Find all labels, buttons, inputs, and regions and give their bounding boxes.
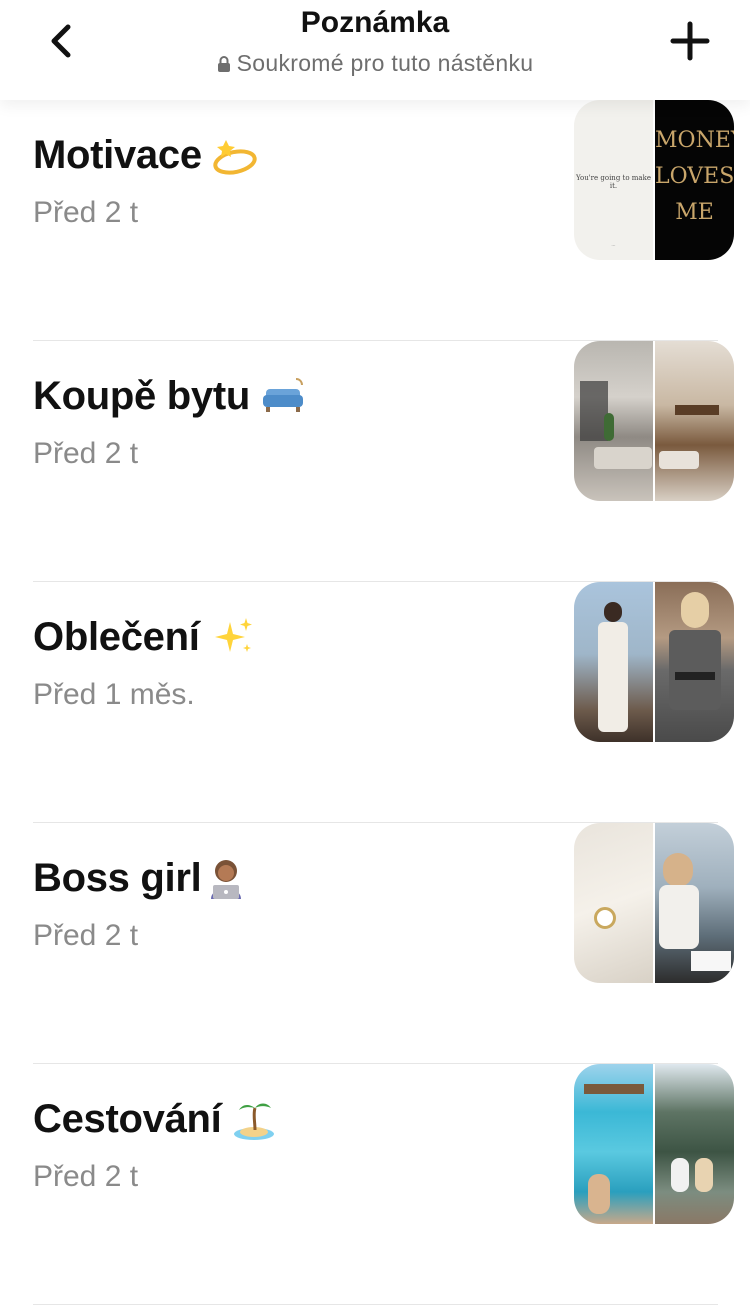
section-title: Motivace [33,132,258,178]
section-title: Koupě bytu [33,373,306,419]
section-time: Před 2 t [33,919,139,952]
plus-icon [670,21,710,61]
section-row[interactable]: Boss girl Před 2 t [0,823,750,1064]
section-title: Oblečení [33,614,256,660]
add-button[interactable] [664,16,716,66]
section-list: Motivace Před 2 t You're going to make i… [0,100,750,1305]
section-time: Před 2 t [33,196,139,229]
section-title: Cestování [33,1096,277,1142]
section-cover[interactable]: You're going to make it. ... MONEY LOVES… [574,100,734,260]
subtitle-text: Soukromé pro tuto nástěnku [236,50,534,76]
cover-image-interior [574,341,653,501]
section-time: Před 1 měs. [33,678,195,711]
money-line-1: MONEY [655,128,734,153]
island-icon [234,1103,275,1140]
cover-image-office-view [655,823,734,983]
section-row[interactable]: Motivace Před 2 t You're going to make i… [0,100,750,341]
money-line-2: LOVES [655,164,734,189]
top-bar: Poznámka Soukromé pro tuto nástěnku [0,0,750,100]
dizzy-icon [213,140,257,175]
cover-image-mountains [655,1064,734,1224]
section-cover[interactable] [574,582,734,742]
section-time: Před 2 t [33,437,139,470]
section-cover[interactable] [574,1064,734,1224]
quote-text: You're going to make it. [576,174,651,190]
money-line-3: ME [675,200,714,225]
cover-image-lagoon [574,1064,653,1224]
sparkles-icon [214,618,252,652]
section-cover[interactable] [574,823,734,983]
cover-image-white-suit [574,582,653,742]
couch-icon [262,378,303,412]
quote-small-text: ... [611,242,616,248]
section-time: Před 2 t [33,1160,139,1193]
cover-image-money: MONEY LOVES ME [655,100,734,260]
privacy-subtitle: Soukromé pro tuto nástěnku [0,50,750,77]
section-row[interactable]: Koupě bytu Před 2 t [0,341,750,582]
technologist-icon [211,860,242,899]
section-row[interactable]: Oblečení Před 1 měs. [0,582,750,823]
cover-image-white-sweater [574,823,653,983]
section-cover[interactable] [574,341,734,501]
cover-image-dining [655,341,734,501]
lock-icon [217,55,230,72]
section-row[interactable]: Cestování Před 2 t [0,1064,750,1305]
section-title: Boss girl [33,855,249,901]
cover-image-quote: You're going to make it. ... [574,100,653,260]
cover-image-tweed [655,582,734,742]
page-title: Poznámka [300,6,450,39]
